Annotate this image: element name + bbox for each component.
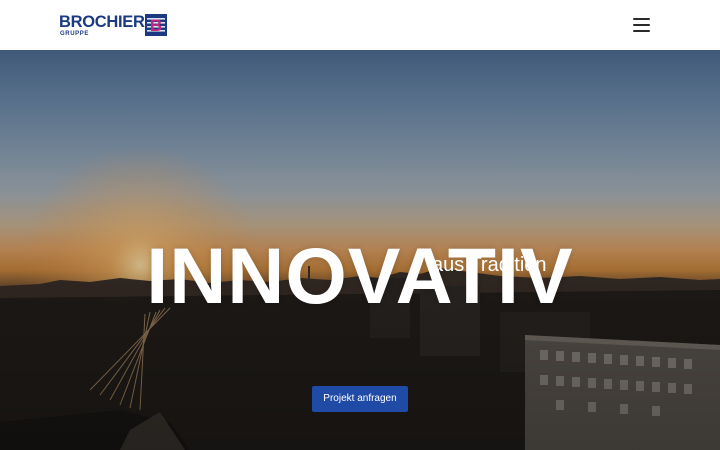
menu-bar-top (633, 18, 650, 20)
menu-bar-middle (633, 24, 650, 26)
hero-subline: aus Tradition (432, 254, 547, 276)
menu-bar-bottom (633, 30, 650, 32)
brochier-logo[interactable]: BROCHIER GRUPPE B (59, 13, 174, 39)
hero-section: INNOVATIV aus Tradition Projekt anfragen (0, 50, 720, 450)
hero-headline: INNOVATIV (146, 230, 574, 320)
logo-b-mark-icon: B (145, 14, 167, 36)
logo-mark-letter: B (150, 16, 162, 35)
logo-wordmark: BROCHIER (59, 13, 145, 31)
hamburger-menu-icon[interactable] (628, 14, 654, 36)
logo-subtitle: GRUPPE (60, 31, 89, 37)
site-header: BROCHIER GRUPPE B (0, 0, 720, 50)
project-request-button[interactable]: Projekt anfragen (312, 386, 408, 412)
